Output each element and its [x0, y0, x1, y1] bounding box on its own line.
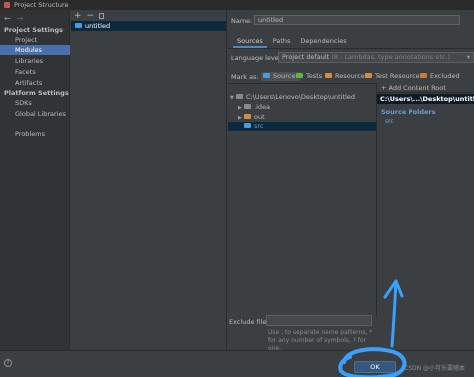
sidebar-item-problems[interactable]: Problems — [0, 129, 70, 139]
content-root-path[interactable]: C:\Users\...\Desktop\untitled — [377, 94, 474, 104]
tests-folder-icon — [296, 72, 303, 78]
back-arrow-icon[interactable]: ← — [4, 14, 11, 23]
mark-sources-button[interactable]: Sources — [261, 72, 301, 81]
content-root-tree: ▼ C:\Users\Lenovo\Desktop\untitled ▶ .idea… — [228, 83, 376, 317]
copy-module-icon[interactable] — [99, 12, 105, 19]
language-level-select[interactable]: Project default (8 - Lambdas, type annot… — [278, 52, 474, 63]
app-icon — [4, 2, 10, 8]
window-title: Project Structure — [14, 1, 69, 9]
language-level-value: Project default — [282, 53, 330, 61]
module-list-panel: + − untitled — [70, 10, 227, 377]
module-settings-panel: Name: untitled Sources Paths Dependencies … — [228, 10, 474, 377]
content-roots-panel: + Add Content Root C:\Users\...\Desktop\… — [376, 83, 474, 317]
sidebar-item-libraries[interactable]: Libraries — [0, 56, 70, 66]
source-folder-icon — [244, 122, 251, 128]
sidebar-item-project[interactable]: Project — [0, 35, 70, 45]
tab-sources[interactable]: Sources — [233, 36, 267, 48]
sidebar-item-artifacts[interactable]: Artifacts — [0, 78, 70, 88]
remove-module-button[interactable]: − — [87, 11, 95, 21]
module-item-label: untitled — [85, 22, 111, 30]
help-icon[interactable]: ? — [4, 359, 12, 367]
tree-row-idea[interactable]: ▶ .idea — [228, 103, 376, 112]
sidebar-item-global-libraries[interactable]: Global Libraries — [0, 109, 70, 119]
mark-test-resources-button[interactable]: Test Resources — [365, 72, 423, 81]
mark-resources-button[interactable]: Resources — [325, 72, 368, 81]
tab-paths[interactable]: Paths — [269, 36, 295, 48]
resources-folder-icon — [325, 72, 332, 78]
folder-icon — [244, 113, 251, 119]
module-item[interactable]: untitled — [71, 21, 226, 31]
source-folder-item[interactable]: src — [385, 118, 394, 125]
history-arrows: ← → — [4, 14, 29, 23]
sidebar-item-sdks[interactable]: SDKs — [0, 98, 70, 108]
mark-tests-button[interactable]: Tests — [296, 72, 322, 81]
dialog-footer: ? OK CSDN @小可乐要随本 — [0, 350, 474, 377]
module-tabs: Sources Paths Dependencies — [233, 36, 353, 48]
tab-divider — [228, 48, 474, 49]
name-label: Name: — [231, 17, 253, 25]
add-module-button[interactable]: + — [74, 11, 82, 21]
chevron-down-icon: ▾ — [466, 53, 470, 61]
tree-row-src[interactable]: src — [228, 122, 376, 131]
platform-settings-header: Platform Settings — [4, 89, 69, 97]
mark-as-toolbar: Mark as: Sources Tests Resources Test Re… — [231, 72, 474, 82]
excluded-folder-icon — [420, 72, 427, 78]
language-level-label: Language level: — [231, 54, 283, 62]
title-bar: Project Structure — [0, 0, 474, 10]
module-toolbar: + − — [74, 11, 109, 21]
folder-icon — [236, 93, 243, 99]
module-folder-icon — [75, 22, 82, 28]
add-content-root-button[interactable]: + Add Content Root — [377, 83, 473, 93]
watermark: CSDN @小可乐要随本 — [404, 365, 466, 372]
exclude-files-field[interactable] — [266, 315, 372, 326]
language-level-hint: (8 - Lambdas, type annotations etc.) — [331, 53, 451, 61]
mark-as-label: Mark as: — [231, 73, 259, 81]
test-resources-folder-icon — [365, 72, 372, 78]
forward-arrow-icon[interactable]: → — [17, 14, 24, 23]
mark-excluded-button[interactable]: Excluded — [420, 72, 460, 81]
tab-dependencies[interactable]: Dependencies — [296, 36, 350, 48]
source-folders-label: Source Folders — [381, 108, 436, 116]
sidebar-item-facets[interactable]: Facets — [0, 67, 70, 77]
project-settings-header: Project Settings — [4, 26, 63, 34]
sidebar-item-modules[interactable]: Modules — [0, 45, 70, 55]
settings-sidebar: ← → Project Settings Project Modules Libr… — [0, 10, 70, 377]
folder-icon — [244, 103, 251, 109]
sources-folder-icon — [263, 72, 270, 78]
module-name-field[interactable]: untitled — [254, 15, 460, 25]
tree-row-out[interactable]: ▶ out — [228, 113, 376, 122]
tree-root-row[interactable]: ▼ C:\Users\Lenovo\Desktop\untitled — [228, 93, 376, 102]
ok-button[interactable]: OK — [354, 361, 396, 373]
